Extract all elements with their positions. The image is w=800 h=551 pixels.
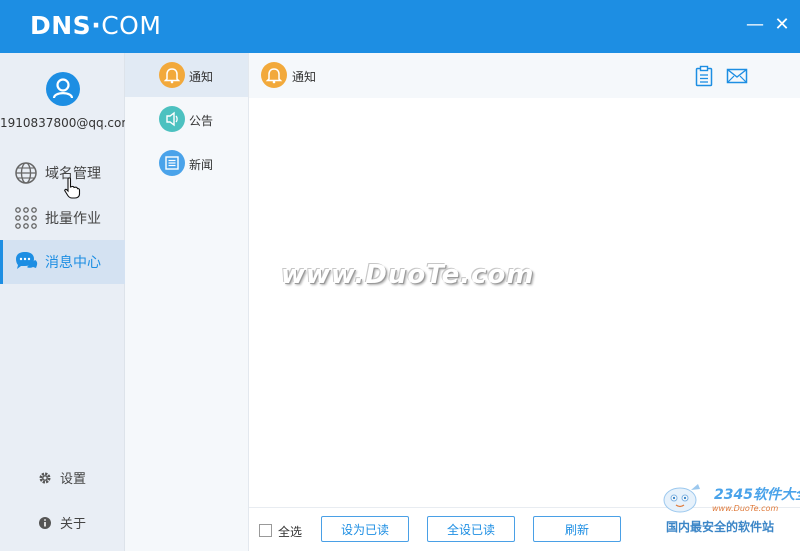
sidebar-item-batch-jobs[interactable]: 批量作业 [0,196,125,240]
mark-all-read-button[interactable]: 全设已读 [427,516,515,542]
speaker-icon [159,106,185,132]
brand-line-2: www.DuoTe.com [712,504,779,513]
select-all-label[interactable]: 全选 [278,523,302,540]
globe-icon [15,162,37,184]
mail-icon [726,68,748,84]
sidebar-item-label: 批量作业 [45,211,101,227]
category-item-news[interactable]: 新闻 [125,141,248,185]
watermark: www.DuoTe.com [281,260,535,290]
refresh-button[interactable]: 刷新 [533,516,621,542]
sidebar: 1910837800@qq.com 域名管理 批量作业 消息中心 设置 关于 [0,53,134,551]
mascot-logo [663,484,700,513]
bell-icon [159,62,185,88]
category-item-announcement[interactable]: 公告 [125,97,248,141]
category-label: 公告 [189,114,214,128]
avatar[interactable] [46,72,80,106]
category-label: 通知 [189,70,214,84]
brand-line-1: 2345软件大全 [714,487,800,503]
title-bar: DNS·COM — ✕ [0,0,800,53]
select-all-checkbox[interactable] [259,524,272,537]
grid-dots-icon [15,207,37,229]
sidebar-item-domain-management[interactable]: 域名管理 [0,151,125,199]
clipboard-button[interactable] [693,65,715,87]
brand-line-3: 国内最安全的软件站 [666,520,775,534]
mark-read-button[interactable]: 设为已读 [321,516,409,542]
about-label: 关于 [60,517,87,532]
settings-button[interactable]: 设置 [38,468,86,487]
mail-button[interactable] [726,65,748,87]
panel-header: 通知 [249,53,800,98]
newspaper-icon [159,150,185,176]
gear-icon [39,472,51,484]
category-label: 新闻 [189,158,214,172]
about-button[interactable]: 关于 [38,513,86,532]
user-email: 1910837800@qq.com [0,116,134,130]
minimize-button[interactable]: — [744,14,766,36]
clipboard-icon [695,65,713,87]
sidebar-item-message-center[interactable]: 消息中心 [0,240,125,284]
app-logo: DNS·COM [30,11,162,40]
close-button[interactable]: ✕ [771,14,793,36]
panel-title: 通知 [292,70,317,84]
category-item-notice[interactable]: 通知 [125,53,248,97]
sidebar-item-label: 消息中心 [45,255,101,271]
message-panel: 通知 www.DuoTe.com 全选 设为已读 全设已读 刷新 [249,53,800,551]
chat-bubbles-icon [16,252,38,269]
user-icon [52,78,74,99]
settings-label: 设置 [60,472,87,487]
brand-watermark: 2345软件大全 www.DuoTe.com 国内最安全的软件站 [656,478,800,544]
bell-icon [261,62,287,88]
info-icon [39,517,51,529]
message-category-list: 通知 公告 新闻 [125,53,249,551]
